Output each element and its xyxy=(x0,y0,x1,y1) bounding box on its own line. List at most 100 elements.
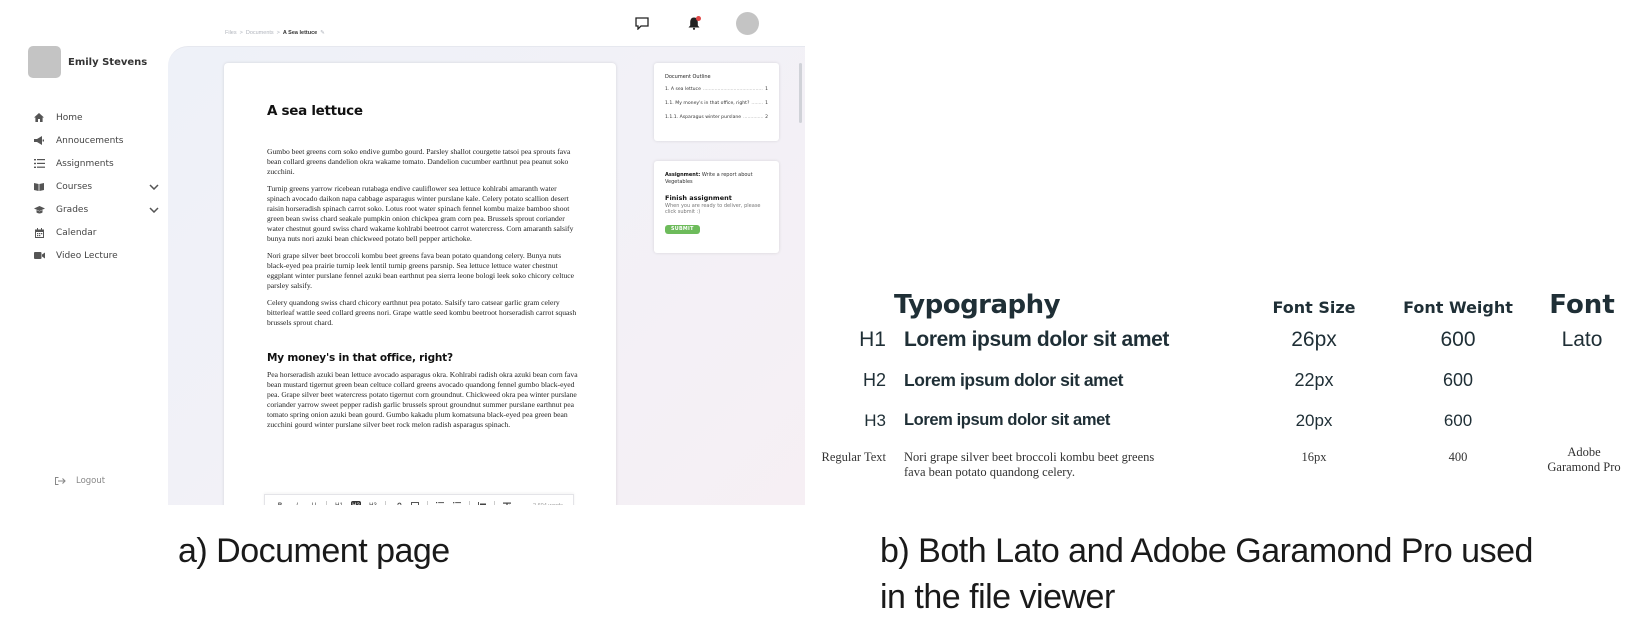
row-size-regular: 16px xyxy=(1301,450,1327,464)
toolbar-divider xyxy=(494,500,495,505)
sidebar-item-grades[interactable]: Grades xyxy=(32,198,162,221)
row-size-h3: 20px xyxy=(1295,411,1333,430)
outline-item-label: 1. A sea lettuce xyxy=(665,87,701,92)
chat-icon[interactable] xyxy=(632,14,652,34)
outline-item-page: 2 xyxy=(765,115,768,120)
row-sample-h3: Lorem ipsum dolor sit amet xyxy=(904,411,1110,429)
row-size-h1: 26px xyxy=(1291,328,1337,351)
h2-button[interactable]: H2 xyxy=(351,500,361,505)
document-page[interactable]: A sea lettuce Gumbo beet greens corn sok… xyxy=(224,63,616,505)
typography-title: Typography xyxy=(894,290,1061,320)
italic-button[interactable]: I xyxy=(292,501,302,506)
align-icon[interactable] xyxy=(477,501,487,505)
breadcrumb: Files > Documents > A Sea lettuce ✎ xyxy=(225,30,325,36)
sidebar-item-video-lecture[interactable]: Video Lecture xyxy=(32,244,162,267)
breadcrumb-separator: > xyxy=(239,30,243,36)
sidebar-item-label: Annoucements xyxy=(56,135,124,146)
notification-dot xyxy=(696,15,701,21)
scrollbar[interactable] xyxy=(799,63,802,123)
bell-icon[interactable] xyxy=(684,14,704,34)
sidebar-item-label: Calendar xyxy=(56,227,97,238)
row-label-regular: Regular Text xyxy=(821,450,886,464)
row-font-regular: Adobe Garamond Pro xyxy=(1547,445,1621,474)
assignment-prefix: Assignment: xyxy=(665,172,701,178)
row-font-h1: Lato xyxy=(1561,328,1603,351)
outline-item[interactable]: 1.1. My money's in that office, right? 1 xyxy=(665,101,768,106)
calendar-icon xyxy=(32,227,46,239)
image-icon[interactable] xyxy=(410,501,420,505)
logout-label: Logout xyxy=(76,476,106,486)
sidebar-item-label: Assignments xyxy=(56,158,114,169)
edit-icon[interactable]: ✎ xyxy=(320,30,325,36)
h1-button[interactable]: H1 xyxy=(334,501,344,506)
outline-item-label: 1.1.1. Asparagus winter purslane xyxy=(665,115,742,120)
home-icon xyxy=(32,112,46,124)
chevron-down-icon[interactable] xyxy=(148,181,160,193)
outline-item[interactable]: 1.1.1. Asparagus winter purslane 2 xyxy=(665,115,768,120)
document-subtitle: My money's in that office, right? xyxy=(267,352,453,364)
row-size-h2: 22px xyxy=(1294,370,1334,390)
profile-avatar xyxy=(28,46,61,78)
breadcrumb-current: A Sea lettuce xyxy=(282,30,318,36)
sidebar-item-label: Courses xyxy=(56,181,93,192)
logout-icon xyxy=(55,477,67,485)
toolbar-divider xyxy=(385,500,386,505)
document-page-screenshot: Emily Stevens Home Annoucements Assignme… xyxy=(0,0,805,505)
row-label-h1: H1 xyxy=(859,328,886,351)
megaphone-icon xyxy=(32,135,46,147)
document-title: A sea lettuce xyxy=(267,103,363,119)
sidebar-item-label: Video Lecture xyxy=(56,250,118,261)
sidebar-item-home[interactable]: Home xyxy=(32,106,162,129)
list-icon xyxy=(32,158,46,170)
document-content[interactable]: A sea lettuce Gumbo beet greens corn sok… xyxy=(267,103,579,437)
document-paragraph: Gumbo beet greens corn soko endive gumbo… xyxy=(267,147,571,176)
toolbar-divider xyxy=(326,500,327,505)
outline-title: Document Outline xyxy=(665,74,711,80)
outline-item-label: 1.1. My money's in that office, right? xyxy=(665,101,750,106)
caption-b-line2: in the file viewer xyxy=(880,578,1115,616)
bold-button[interactable]: B xyxy=(275,501,285,506)
outline-item[interactable]: 1. A sea lettuce 1 xyxy=(665,87,768,92)
row-sample-h2: Lorem ipsum dolor sit amet xyxy=(904,370,1124,390)
outline-leader xyxy=(751,101,763,106)
submit-button[interactable]: SUBMIT xyxy=(665,225,700,234)
caption-a: a) Document page xyxy=(178,532,450,570)
sidebar-nav: Home Annoucements Assignments Courses Gr… xyxy=(32,106,162,267)
chevron-down-icon[interactable] xyxy=(148,204,160,216)
header-font-size: Font Size xyxy=(1272,298,1356,317)
outline-item-page: 1 xyxy=(765,87,768,92)
ordered-list-icon[interactable] xyxy=(435,501,445,506)
breadcrumb-item-files[interactable]: Files xyxy=(225,30,237,36)
clear-format-icon[interactable] xyxy=(502,501,512,505)
typography-table: Typography Font Size Font Weight Font H1… xyxy=(821,280,1640,510)
toolbar-divider xyxy=(469,500,470,505)
bullet-list-icon[interactable] xyxy=(452,501,462,505)
graduation-cap-icon xyxy=(32,204,46,216)
underline-button[interactable]: U xyxy=(309,501,319,506)
sidebar: Emily Stevens Home Annoucements Assignme… xyxy=(0,0,160,505)
assignment-card: Assignment: Write a report about Vegetab… xyxy=(654,161,779,253)
profile[interactable]: Emily Stevens xyxy=(28,46,147,78)
breadcrumb-separator: > xyxy=(276,30,280,36)
user-avatar[interactable] xyxy=(736,12,759,35)
caption-b-line1: b) Both Lato and Adobe Garamond Pro used xyxy=(880,532,1533,570)
row-label-h2: H2 xyxy=(862,370,886,390)
row-weight-h1: 600 xyxy=(1440,328,1476,351)
sidebar-item-assignments[interactable]: Assignments xyxy=(32,152,162,175)
logout-button[interactable]: Logout xyxy=(55,476,105,486)
sidebar-item-calendar[interactable]: Calendar xyxy=(32,221,162,244)
assignment-description: Assignment: Write a report about Vegetab… xyxy=(665,172,768,185)
header-font-weight: Font Weight xyxy=(1403,298,1513,317)
editor-toolbar: B I U H1 H2 H3 xyxy=(264,494,574,505)
breadcrumb-item-documents[interactable]: Documents xyxy=(246,30,274,36)
video-icon xyxy=(32,250,46,262)
sidebar-item-label: Home xyxy=(56,112,83,123)
document-workspace: A sea lettuce Gumbo beet greens corn sok… xyxy=(168,46,805,505)
sidebar-item-announcements[interactable]: Annoucements xyxy=(32,129,162,152)
row-sample-regular: Nori grape silver beet broccoli kombu be… xyxy=(904,450,1155,479)
sidebar-item-courses[interactable]: Courses xyxy=(32,175,162,198)
document-paragraph: Nori grape silver beet broccoli kombu be… xyxy=(267,251,574,290)
link-icon[interactable] xyxy=(393,501,403,505)
caption-b: b) Both Lato and Adobe Garamond Pro used… xyxy=(880,528,1533,620)
h3-button[interactable]: H3 xyxy=(368,501,378,506)
